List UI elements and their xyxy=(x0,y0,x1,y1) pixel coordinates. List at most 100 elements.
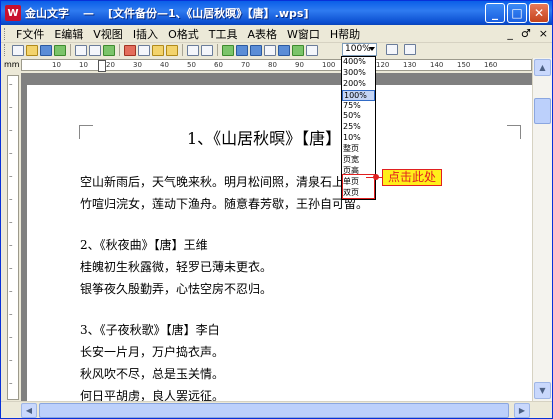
horizontal-scrollbar[interactable]: ◀ ▶ xyxy=(1,401,552,418)
frame-icon[interactable] xyxy=(278,44,290,56)
table-icon[interactable] xyxy=(236,44,248,56)
ruler-tick-label: 140 xyxy=(430,61,444,69)
zoom-option[interactable]: 整页 xyxy=(342,144,375,155)
menu-format[interactable]: O格式 xyxy=(163,26,204,42)
app-window: W 金山文字 — [文件备份—1、《山居秋暝》【唐】.wps] _ □ ✕ F文… xyxy=(0,0,553,419)
format-painter-icon[interactable] xyxy=(166,44,178,56)
text-line: 银筝夜久殷勤弄，心怯空房不忍归。 xyxy=(80,282,273,296)
scroll-up-icon[interactable]: ▲ xyxy=(534,59,551,76)
vertical-ruler-tick: – xyxy=(9,264,13,272)
chevron-down-icon[interactable] xyxy=(369,47,375,51)
zoom-value: 100% xyxy=(345,44,371,54)
ruler-tick-label: 70 xyxy=(241,61,250,69)
toolbar-divider xyxy=(217,44,218,56)
save-all-icon[interactable] xyxy=(54,44,66,56)
save-icon[interactable] xyxy=(40,44,52,56)
zoom-option[interactable]: 50% xyxy=(342,111,375,122)
vertical-ruler-tick: – xyxy=(9,241,13,249)
ruler-tick-label: 30 xyxy=(133,61,142,69)
horizontal-ruler[interactable]: 1010203040506070809010011012013014015016… xyxy=(21,59,532,72)
app-logo-icon: W xyxy=(5,5,21,21)
ruler-tick-label: 80 xyxy=(268,61,277,69)
menu-table[interactable]: A表格 xyxy=(242,26,282,42)
doc-close-button[interactable]: × xyxy=(539,27,548,40)
callout-label: 点击此处 xyxy=(382,169,442,186)
minimize-button[interactable]: _ xyxy=(485,3,505,23)
text-line: 秋风吹不尽，总是玉关情。 xyxy=(80,367,225,381)
paste-icon[interactable] xyxy=(152,44,164,56)
zoom-option[interactable]: 100% xyxy=(342,89,375,101)
open-folder-icon[interactable] xyxy=(26,44,38,56)
columns-icon[interactable] xyxy=(264,44,276,56)
scroll-down-icon[interactable]: ▼ xyxy=(534,382,551,399)
text-line: 竹喧归浣女，莲动下渔舟。随意春芳歇，王孙自可留。 xyxy=(80,197,369,211)
cut-icon[interactable] xyxy=(124,44,136,56)
drawing-icon[interactable] xyxy=(292,44,304,56)
menu-bar: F文件 E编辑 V视图 I插入 O格式 T工具 A表格 W窗口 H帮助 _ ♂ … xyxy=(1,25,552,43)
zoom-option[interactable]: 页宽 xyxy=(342,155,375,166)
hyperlink-icon[interactable] xyxy=(222,44,234,56)
text-line: 何日平胡虏，良人罢远征。 xyxy=(80,389,225,401)
margin-corner-mark xyxy=(79,125,93,139)
scroll-left-icon[interactable]: ◀ xyxy=(21,403,37,418)
vertical-ruler-tick: – xyxy=(9,287,13,295)
vertical-ruler[interactable]: – – – – – – – – – – – – – – xyxy=(7,75,19,400)
zoom-option[interactable]: 400% xyxy=(342,57,375,68)
spell-check-icon[interactable] xyxy=(103,44,115,56)
text-line: 长安一片月，万户捣衣声。 xyxy=(80,345,225,359)
menu-grip[interactable] xyxy=(4,27,7,40)
ruler-tick-label: 160 xyxy=(484,61,498,69)
menu-insert[interactable]: I插入 xyxy=(128,26,163,42)
menu-help[interactable]: H帮助 xyxy=(325,26,365,42)
menu-file[interactable]: F文件 xyxy=(11,26,49,42)
text-line: 3、《子夜秋歌》【唐】李白 xyxy=(80,323,220,337)
ruler-tick-label: 10 xyxy=(79,61,88,69)
redo-icon[interactable] xyxy=(201,44,213,56)
menu-view[interactable]: V视图 xyxy=(88,26,128,42)
zoom-option[interactable]: 75% xyxy=(342,101,375,112)
scroll-right-icon[interactable]: ▶ xyxy=(514,403,530,418)
doc-minimize-button[interactable]: _ xyxy=(507,27,513,40)
undo-icon[interactable] xyxy=(187,44,199,56)
vertical-scrollbar[interactable]: ▲ ▼ xyxy=(532,58,552,401)
doc-restore-button[interactable]: ♂ xyxy=(521,27,531,40)
copy-icon[interactable] xyxy=(138,44,150,56)
margin-corner-mark xyxy=(507,125,521,139)
title-bar[interactable]: W 金山文字 — [文件备份—1、《山居秋暝》【唐】.wps] _ □ ✕ xyxy=(1,1,552,25)
document-page[interactable]: 1、《山居秋暝》【唐】王维 空山新雨后，天气晚来秋。明月松间照，清泉石上流。 竹… xyxy=(27,85,532,401)
text-line: 桂魄初生秋露微，轻罗已薄未更衣。 xyxy=(80,260,273,274)
indent-marker[interactable] xyxy=(98,60,106,72)
print-icon[interactable] xyxy=(75,44,87,56)
horizontal-scroll-thumb[interactable] xyxy=(39,403,509,418)
vertical-ruler-tick: – xyxy=(9,379,13,387)
vertical-ruler-tick: – xyxy=(9,80,13,88)
toolbar-grip[interactable] xyxy=(4,44,7,56)
zoom-select[interactable]: 100% xyxy=(342,43,377,56)
insert-table-icon[interactable] xyxy=(250,44,262,56)
standard-toolbar xyxy=(1,43,552,57)
help-icon[interactable] xyxy=(386,44,398,55)
vertical-ruler-tick: – xyxy=(9,310,13,318)
vertical-scroll-thumb[interactable] xyxy=(534,98,551,124)
ruler-tick-label: 40 xyxy=(160,61,169,69)
show-hide-icon[interactable] xyxy=(306,44,318,56)
zoom-option[interactable]: 300% xyxy=(342,68,375,79)
zoom-option[interactable]: 10% xyxy=(342,133,375,144)
menu-edit[interactable]: E编辑 xyxy=(49,26,88,42)
pointer-icon[interactable] xyxy=(404,44,416,55)
menu-window[interactable]: W窗口 xyxy=(282,26,325,42)
zoom-option[interactable]: 200% xyxy=(342,79,375,90)
close-button[interactable]: ✕ xyxy=(529,3,549,23)
document-area: 1、《山居秋暝》【唐】王维 空山新雨后，天气晚来秋。明月松间照，清泉石上流。 竹… xyxy=(21,73,532,401)
vertical-ruler-tick: – xyxy=(9,195,13,203)
zoom-option[interactable]: 25% xyxy=(342,122,375,133)
maximize-button[interactable]: □ xyxy=(507,3,527,23)
title-separator: — xyxy=(83,6,94,20)
ruler-tick-label: 120 xyxy=(376,61,390,69)
menu-tools[interactable]: T工具 xyxy=(204,26,243,42)
ruler-tick-label: 130 xyxy=(403,61,417,69)
print-preview-icon[interactable] xyxy=(89,44,101,56)
new-document-icon[interactable] xyxy=(12,44,24,56)
horizontal-ruler-row: mm 1010203040506070809010011012013014015… xyxy=(1,58,552,72)
toolbar-divider xyxy=(119,44,120,56)
